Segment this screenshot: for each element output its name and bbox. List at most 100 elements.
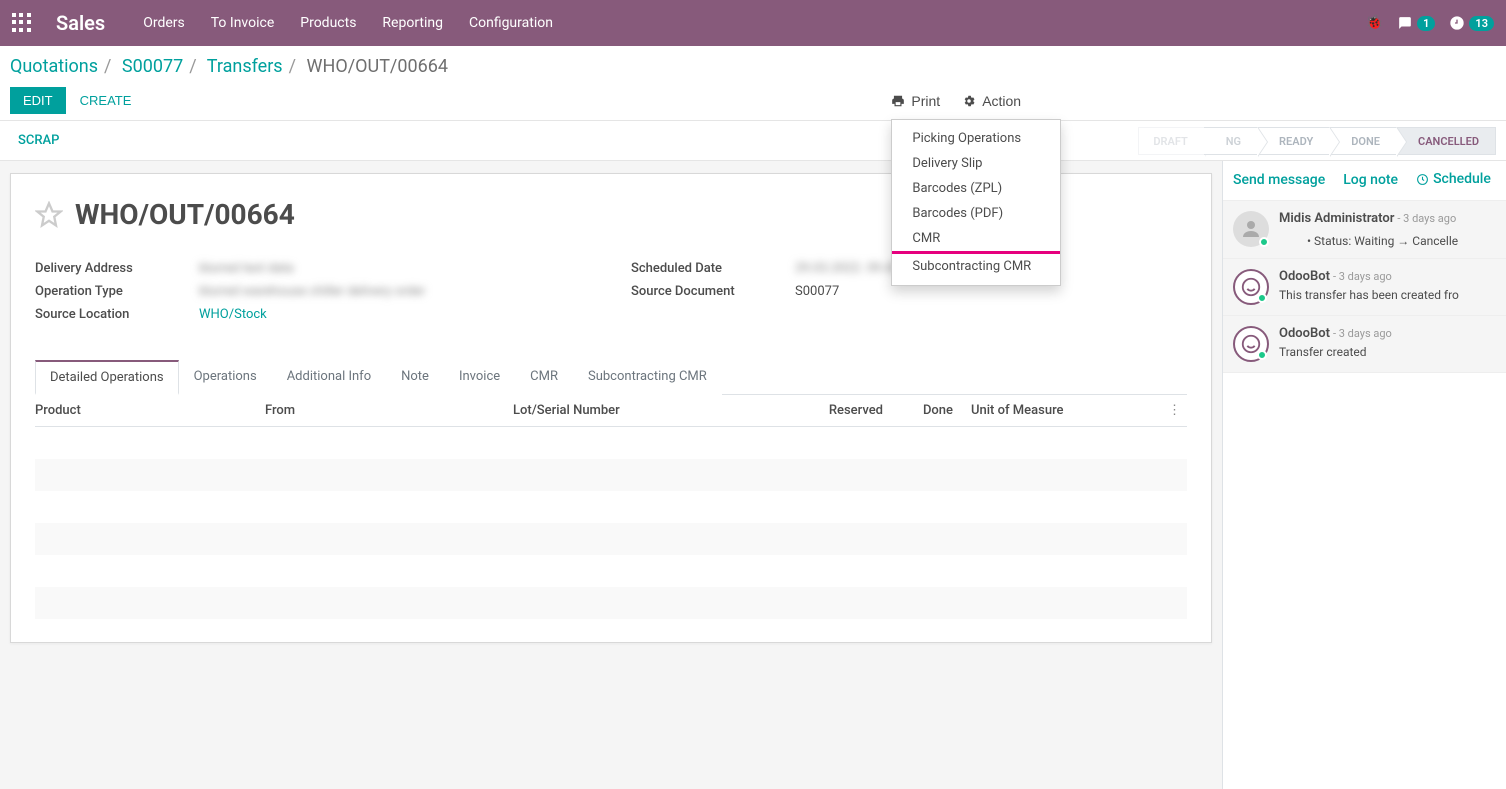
control-panel: Quotations/ S00077/ Transfers/ WHO/OUT/0… xyxy=(0,46,1506,121)
menu-products[interactable]: Products xyxy=(300,15,356,31)
print-barcodes-zpl[interactable]: Barcodes (ZPL) xyxy=(892,176,1060,201)
scrap-button[interactable]: SCRAP xyxy=(10,133,67,148)
schedule-button[interactable]: Schedule xyxy=(1416,171,1491,190)
col-from: From xyxy=(265,403,513,418)
topbar: Sales Orders To Invoice Products Reporti… xyxy=(0,0,1506,46)
table-row xyxy=(35,459,1187,491)
gear-icon xyxy=(962,94,976,108)
chatter-message: OdooBot - 3 days ago This transfer has b… xyxy=(1223,259,1506,316)
label-operation-type: Operation Type xyxy=(35,284,199,299)
label-source-location: Source Location xyxy=(35,307,199,322)
edit-button[interactable]: EDIT xyxy=(10,87,66,114)
print-button[interactable]: Print xyxy=(891,93,940,109)
value-source-location[interactable]: WHO/Stock xyxy=(199,307,267,322)
tab-content: Product From Lot/Serial Number Reserved … xyxy=(35,395,1187,619)
document-title: WHO/OUT/00664 xyxy=(75,198,295,231)
menu-configuration[interactable]: Configuration xyxy=(469,15,553,31)
col-product: Product xyxy=(35,403,265,418)
value-operation-type: blurred warehouse chiller delivery order xyxy=(199,284,425,299)
crumb-transfers[interactable]: Transfers xyxy=(207,56,283,77)
msg-time: - 3 days ago xyxy=(1397,212,1456,225)
avatar xyxy=(1233,326,1269,362)
bug-icon[interactable]: 🐞 xyxy=(1366,15,1383,31)
activities-indicator[interactable]: 13 xyxy=(1449,15,1494,31)
action-button[interactable]: Action xyxy=(962,93,1021,109)
top-menu: Orders To Invoice Products Reporting Con… xyxy=(143,15,553,31)
chatter: Send message Log note Schedule Midis Adm… xyxy=(1222,161,1506,789)
crumb-current: WHO/OUT/00664 xyxy=(307,56,448,77)
person-icon xyxy=(1239,217,1263,241)
col-uom: Unit of Measure xyxy=(953,403,1103,418)
table-row xyxy=(35,427,1187,459)
log-note-button[interactable]: Log note xyxy=(1343,172,1398,188)
col-done: Done xyxy=(883,403,953,418)
menu-orders[interactable]: Orders xyxy=(143,15,185,31)
apps-icon[interactable] xyxy=(12,13,32,33)
table-header: Product From Lot/Serial Number Reserved … xyxy=(35,395,1187,427)
print-subcontracting-cmr[interactable]: Subcontracting CMR xyxy=(892,254,1060,279)
menu-to-invoice[interactable]: To Invoice xyxy=(211,15,275,31)
value-source-document: S00077 xyxy=(795,284,839,299)
print-picking-operations[interactable]: Picking Operations xyxy=(892,126,1060,151)
tab-operations[interactable]: Operations xyxy=(179,360,272,395)
tab-invoice[interactable]: Invoice xyxy=(444,360,515,395)
print-barcodes-pdf[interactable]: Barcodes (PDF) xyxy=(892,201,1060,226)
main-wrap: WHO/OUT/00664 Delivery Address blurred t… xyxy=(0,161,1506,789)
clock-icon xyxy=(1416,173,1429,186)
online-indicator xyxy=(1257,350,1267,360)
avatar xyxy=(1233,211,1269,247)
brand-title: Sales xyxy=(56,11,105,35)
breadcrumb: Quotations/ S00077/ Transfers/ WHO/OUT/0… xyxy=(10,56,1496,77)
msg-author: OdooBot xyxy=(1279,269,1330,284)
status-done[interactable]: DONE xyxy=(1329,127,1396,155)
clock-icon xyxy=(1449,15,1465,31)
table-row xyxy=(35,491,1187,523)
online-indicator xyxy=(1257,293,1267,303)
msg-author: Midis Administrator xyxy=(1279,211,1394,226)
table-row xyxy=(35,555,1187,587)
menu-reporting[interactable]: Reporting xyxy=(382,15,443,31)
print-delivery-slip[interactable]: Delivery Slip xyxy=(892,151,1060,176)
msg-text: This transfer has been created fro xyxy=(1279,288,1496,302)
msg-text: Transfer created xyxy=(1279,345,1496,359)
create-button[interactable]: CREATE xyxy=(80,93,132,108)
msg-time: - 3 days ago xyxy=(1333,327,1392,340)
tabs: Detailed Operations Operations Additiona… xyxy=(35,360,1187,395)
kebab-icon[interactable]: ⋮ xyxy=(1103,403,1187,418)
label-source-document: Source Document xyxy=(631,284,795,299)
table-body xyxy=(35,427,1187,619)
topbar-right: 🐞 1 13 xyxy=(1366,15,1494,31)
activities-count: 13 xyxy=(1469,16,1494,31)
crumb-s00077[interactable]: S00077 xyxy=(122,56,183,77)
chatter-actions: Send message Log note Schedule xyxy=(1223,161,1506,201)
crumb-quotations[interactable]: Quotations xyxy=(10,56,98,77)
table-row xyxy=(35,587,1187,619)
msg-bullet: Status: Waiting → Cancelle xyxy=(1307,234,1496,248)
tab-additional-info[interactable]: Additional Info xyxy=(272,360,386,395)
label-scheduled-date: Scheduled Date xyxy=(631,261,795,276)
col-lot: Lot/Serial Number xyxy=(513,403,783,418)
online-indicator xyxy=(1259,237,1269,247)
value-delivery-address: blurred text data xyxy=(199,261,294,276)
tab-cmr[interactable]: CMR xyxy=(515,360,573,395)
status-waiting[interactable]: NG xyxy=(1204,127,1257,155)
print-cmr[interactable]: CMR xyxy=(892,226,1060,254)
statusbar: DRAFT NG READY DONE CANCELLED xyxy=(1138,127,1496,155)
status-cancelled[interactable]: CANCELLED xyxy=(1396,127,1496,155)
star-icon[interactable] xyxy=(35,201,63,229)
status-ready[interactable]: READY xyxy=(1257,127,1329,155)
msg-time: - 3 days ago xyxy=(1333,270,1392,283)
print-dropdown: Picking Operations Delivery Slip Barcode… xyxy=(891,119,1061,286)
send-message-button[interactable]: Send message xyxy=(1233,172,1325,188)
print-icon xyxy=(891,94,905,108)
table-row xyxy=(35,523,1187,555)
tab-detailed-operations[interactable]: Detailed Operations xyxy=(35,360,179,395)
tab-subcontracting-cmr[interactable]: Subcontracting CMR xyxy=(573,360,722,395)
messages-indicator[interactable]: 1 xyxy=(1397,16,1435,31)
col-reserved: Reserved xyxy=(783,403,883,418)
tab-note[interactable]: Note xyxy=(386,360,444,395)
label-delivery-address: Delivery Address xyxy=(35,261,199,276)
avatar xyxy=(1233,269,1269,305)
chat-icon xyxy=(1397,16,1413,30)
status-draft[interactable]: DRAFT xyxy=(1138,127,1203,155)
